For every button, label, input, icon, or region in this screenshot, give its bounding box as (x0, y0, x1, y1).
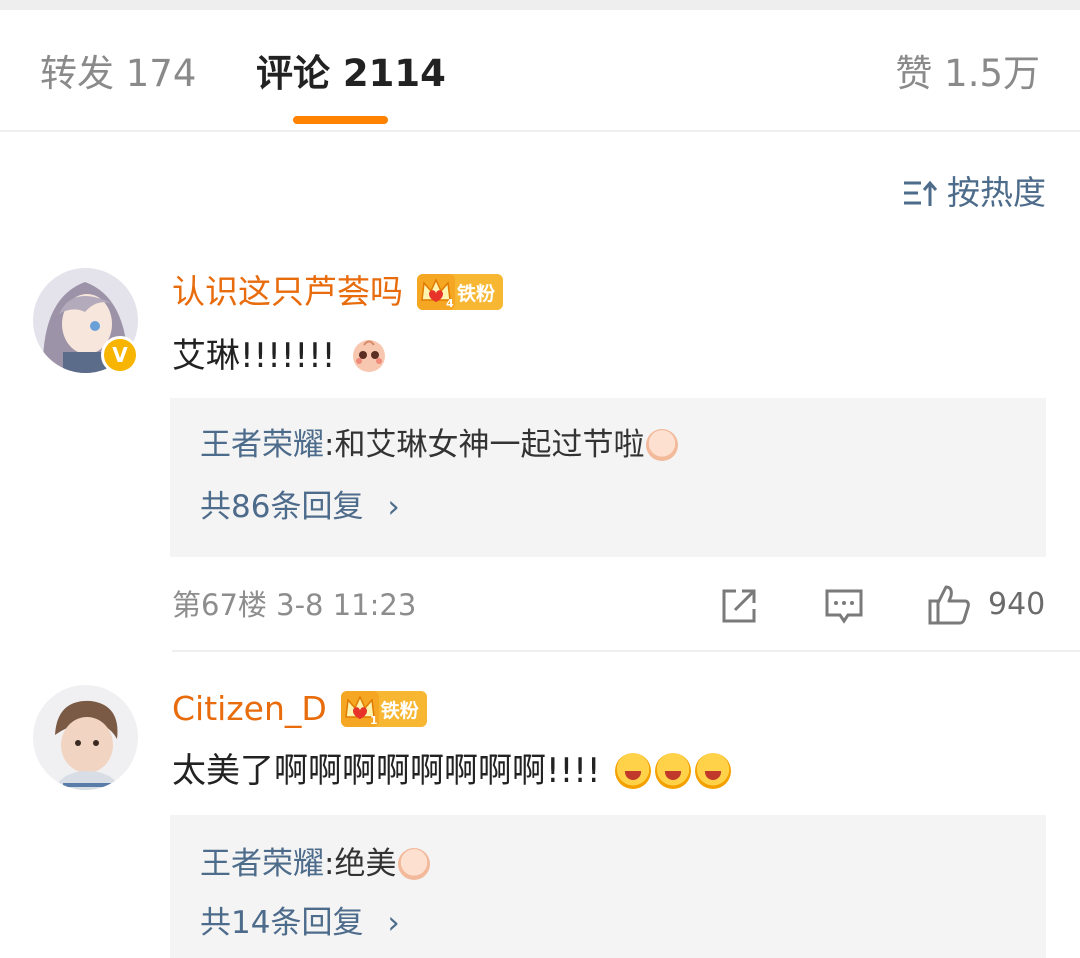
username-row: 认识这只芦荟吗 4 铁粉 (172, 272, 504, 312)
share-icon[interactable] (719, 586, 759, 626)
fan-level: 4 (446, 297, 454, 310)
view-replies-link[interactable]: 共14条回复 › (200, 903, 400, 943)
emoji-hands-icon (398, 848, 431, 880)
sort-button[interactable]: 按热度 (903, 173, 1046, 213)
view-replies-link[interactable]: 共86条回复 › (200, 487, 400, 527)
reply-separator: : (324, 427, 335, 463)
crown-icon: 4 (417, 274, 455, 310)
emoji-hands-icon (646, 429, 679, 461)
chevron-right-icon: › (387, 905, 400, 941)
view-replies-label: 共14条回复 (200, 905, 364, 941)
sort-label: 按热度 (947, 173, 1046, 212)
username[interactable]: 认识这只芦荟吗 (172, 272, 403, 312)
tab-like[interactable]: 赞 1.5万 (895, 52, 1040, 96)
reply-author[interactable]: 王者荣耀 (200, 844, 324, 884)
verified-badge-icon: V (101, 336, 139, 374)
fan-badge-label: 铁粉 (380, 699, 419, 722)
floor-and-time: 第67楼 3-8 11:23 (172, 588, 417, 622)
comment-text-row: 太美了啊啊啊啊啊啊啊啊!!!! (172, 750, 731, 792)
fan-badge: 4 铁粉 (417, 274, 504, 310)
comment-text-row: 艾琳!!!!!!! (172, 335, 389, 377)
tab-repost[interactable]: 转发 174 (40, 52, 196, 96)
tab-bar: 转发 174 评论 2114 赞 1.5万 (0, 10, 1080, 132)
fan-badge-label: 铁粉 (457, 282, 496, 305)
like-count: 940 (988, 587, 1046, 622)
reply-author[interactable]: 王者荣耀 (200, 425, 324, 465)
fan-badge: 1 铁粉 (340, 691, 427, 727)
comment-icon[interactable] (824, 586, 864, 626)
sort-icon (904, 180, 937, 206)
avatar-image (33, 685, 138, 790)
fan-level: 1 (370, 714, 378, 727)
reply-separator: : (324, 846, 335, 882)
like-icon[interactable] (927, 584, 971, 626)
reply-line: 王者荣耀 : 绝美 (200, 844, 431, 884)
emoji-shy-icon (353, 340, 386, 372)
reply-preview-box[interactable]: 王者荣耀 : 和艾琳女神一起过节啦 共86条回复 › (170, 398, 1046, 557)
username-row: Citizen_D 1 铁粉 (172, 689, 427, 729)
reply-text: 绝美 (334, 846, 397, 882)
chevron-right-icon: › (387, 489, 400, 525)
emoji-laugh-cry-icon (694, 753, 731, 789)
crown-icon: 1 (340, 691, 379, 727)
comment-text: 艾琳!!!!!!! (172, 336, 336, 376)
comment-text: 太美了啊啊啊啊啊啊啊啊!!!! (172, 751, 601, 791)
emoji-laugh-cry-icon (654, 753, 691, 789)
emoji-laugh-cry-icon (614, 753, 651, 789)
username[interactable]: Citizen_D (172, 689, 327, 729)
tab-comment[interactable]: 评论 2114 (256, 52, 446, 96)
divider (172, 650, 1080, 652)
avatar[interactable] (33, 685, 138, 790)
top-strip (0, 0, 1080, 10)
active-tab-indicator (293, 116, 388, 124)
view-replies-label: 共86条回复 (200, 489, 364, 525)
reply-preview-box[interactable]: 王者荣耀 : 绝美 共14条回复 › (170, 815, 1046, 958)
reply-text: 和艾琳女神一起过节啦 (334, 427, 645, 463)
reply-line: 王者荣耀 : 和艾琳女神一起过节啦 (200, 425, 679, 465)
